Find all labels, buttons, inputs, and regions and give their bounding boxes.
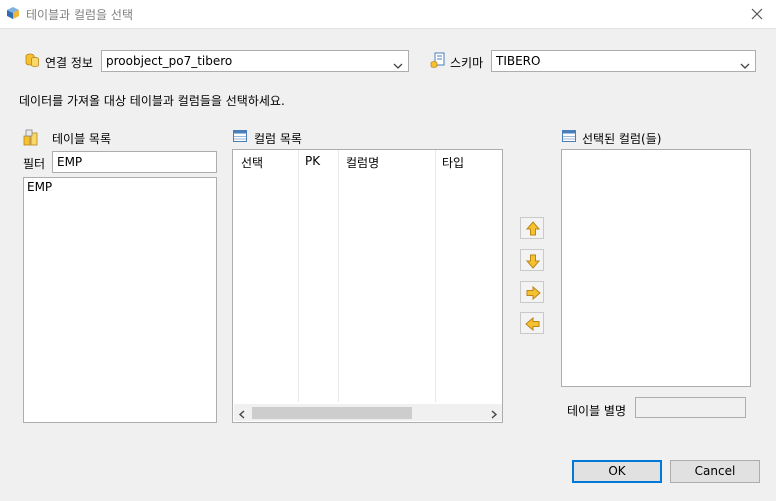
move-up-button[interactable] xyxy=(520,217,544,239)
selected-columns-list[interactable] xyxy=(561,149,751,387)
filter-input[interactable] xyxy=(52,151,217,173)
column-header-name[interactable]: 컬럼명 xyxy=(346,154,379,171)
table-list-label: 테이블 목록 xyxy=(52,132,112,146)
column-divider xyxy=(435,150,436,402)
instruction-text: 데이터를 가져올 대상 테이블과 컬럼들을 선택하세요. xyxy=(19,94,285,108)
arrow-left-icon xyxy=(525,316,540,332)
column-header-pk[interactable]: PK xyxy=(305,154,320,168)
column-divider xyxy=(338,150,339,402)
scroll-right-icon[interactable] xyxy=(490,408,498,422)
table-alias-input[interactable] xyxy=(635,397,746,418)
column-header-type[interactable]: 타입 xyxy=(442,154,464,171)
column-divider xyxy=(298,150,299,402)
selected-columns-label: 선택된 컬럼(들) xyxy=(582,132,662,146)
chevron-down-icon xyxy=(740,58,750,72)
close-icon[interactable] xyxy=(742,2,772,26)
database-connection-icon xyxy=(24,52,40,71)
add-column-button[interactable] xyxy=(520,281,544,303)
schema-select[interactable]: TIBERO xyxy=(491,50,756,72)
title-bar: 테이블과 컬럼을 선택 xyxy=(0,0,776,29)
cancel-button[interactable]: Cancel xyxy=(670,460,760,483)
ok-button[interactable]: OK xyxy=(572,460,662,483)
schema-value: TIBERO xyxy=(496,54,541,68)
move-down-button[interactable] xyxy=(520,249,544,271)
column-list-icon xyxy=(233,129,247,146)
schema-label: 스키마 xyxy=(450,56,484,70)
column-list-label: 컬럼 목록 xyxy=(254,132,302,146)
arrow-down-icon xyxy=(525,254,541,269)
arrow-up-icon xyxy=(525,221,541,236)
chevron-down-icon xyxy=(393,58,403,72)
arrow-right-icon xyxy=(526,285,541,301)
column-table[interactable]: 선택 PK 컬럼명 타입 xyxy=(232,149,503,423)
filter-label: 필터 xyxy=(23,157,46,171)
scrollbar-thumb[interactable] xyxy=(252,407,412,419)
horizontal-scrollbar[interactable] xyxy=(234,404,502,421)
table-list[interactable]: EMP xyxy=(23,177,217,423)
table-alias-label: 테이블 별명 xyxy=(567,404,627,418)
selected-columns-icon xyxy=(562,129,576,146)
remove-column-button[interactable] xyxy=(520,312,544,334)
scroll-left-icon[interactable] xyxy=(238,408,246,422)
window-title: 테이블과 컬럼을 선택 xyxy=(26,8,133,22)
column-header-select[interactable]: 선택 xyxy=(241,154,263,171)
connection-select[interactable]: proobject_po7_tibero xyxy=(101,50,409,72)
table-list-item[interactable]: EMP xyxy=(27,180,52,194)
app-cube-icon xyxy=(6,6,20,20)
connection-value: proobject_po7_tibero xyxy=(106,54,233,68)
schema-icon xyxy=(430,52,446,71)
table-list-icon xyxy=(23,128,41,149)
connection-label: 연결 정보 xyxy=(45,56,93,70)
